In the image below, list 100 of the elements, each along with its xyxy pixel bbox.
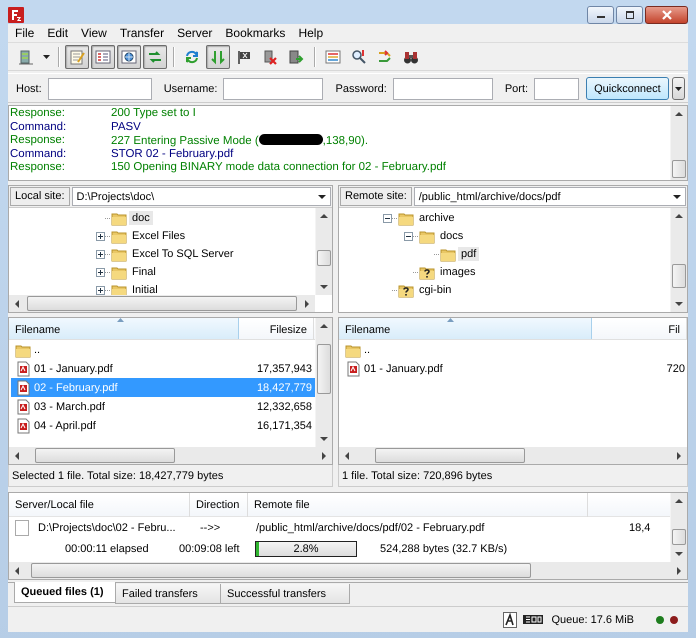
input-field[interactable]	[534, 78, 580, 100]
vertical-scrollbar[interactable]	[670, 208, 687, 312]
column-header[interactable]: Fil	[592, 318, 687, 339]
close-button[interactable]	[645, 6, 688, 24]
log-message: 227 Entering Passive Mode (	[111, 135, 259, 147]
file-size: 12,332,658	[256, 400, 313, 412]
sort-arrow-icon	[117, 318, 124, 322]
field-label: Password:	[335, 82, 387, 94]
input-field[interactable]	[223, 78, 324, 100]
down-arrows-button[interactable]	[206, 45, 230, 69]
maximize-icon	[624, 11, 634, 19]
vertical-scrollbar[interactable]	[315, 318, 332, 447]
minimize-button[interactable]	[587, 6, 614, 24]
file-size: 17,357,943	[256, 362, 313, 374]
notepad-icon	[69, 49, 85, 65]
log-message: STOR 02 - February.pdf	[111, 148, 234, 161]
menu-item[interactable]: Edit	[41, 24, 76, 42]
file-row[interactable]: 03 - March.pdf 12,332,658	[11, 397, 315, 416]
column-header[interactable]: Filename	[339, 318, 592, 339]
status-text: Selected 1 file. Total size: 18,427,779 bytes	[8, 465, 333, 487]
column-header[interactable]: Filesize	[239, 318, 314, 339]
expand-box-icon[interactable]	[96, 268, 105, 276]
time-left: 00:09:08 left	[178, 542, 241, 554]
swap-arrows-button[interactable]	[143, 45, 167, 69]
column-header[interactable]: Filename	[9, 318, 239, 339]
file-name: 04 - April.pdf	[34, 420, 96, 432]
column-header[interactable]: Direction	[190, 493, 248, 516]
file-row[interactable]: ..	[341, 340, 687, 359]
tree-item[interactable]: docs	[437, 229, 466, 243]
file-name: 02 - February.pdf	[34, 382, 118, 394]
expand-box-icon[interactable]	[96, 250, 105, 258]
collapse-box-icon[interactable]	[383, 214, 392, 222]
path-value: D:\Projects\doc\	[76, 190, 156, 202]
password-field[interactable]	[392, 78, 493, 100]
binary-mode-icon[interactable]	[503, 612, 518, 628]
queue-tab[interactable]: Queued files (1)	[14, 582, 116, 603]
queue-tab[interactable]: Failed transfers	[115, 584, 221, 604]
log-message: 200 Type set to I	[111, 107, 196, 120]
list-panel-button[interactable]	[91, 45, 115, 69]
file-name: 01 - January.pdf	[34, 362, 113, 374]
horizontal-scrollbar[interactable]	[339, 447, 687, 464]
caret-icon	[673, 194, 681, 198]
file-row[interactable]: ..	[11, 340, 315, 359]
horizontal-scrollbar[interactable]	[9, 295, 315, 312]
menu-item[interactable]: File	[9, 24, 42, 42]
file-row[interactable]: 01 - January.pdf 17,357,943	[11, 359, 315, 378]
tree-item[interactable]: doc	[129, 211, 153, 225]
tree-item[interactable]: pdf	[458, 247, 480, 261]
caret-icon	[674, 86, 682, 90]
tree-item[interactable]: archive	[416, 211, 458, 225]
caret-icon	[318, 194, 326, 198]
globe-panel-button[interactable]	[117, 45, 141, 69]
dropdown-button[interactable]	[672, 77, 685, 100]
file-row[interactable]: 04 - April.pdf 16,171,354	[11, 416, 315, 435]
path-combobox[interactable]: D:\Projects\doc\	[72, 187, 331, 206]
log-label: Command:	[10, 120, 68, 134]
collapse-box-icon[interactable]	[404, 232, 413, 240]
file-name: ..	[364, 344, 370, 356]
notepad-button[interactable]	[65, 45, 89, 69]
field-label: Host:	[16, 82, 42, 94]
tree-item[interactable]: Initial	[129, 283, 161, 295]
vertical-scrollbar[interactable]	[315, 208, 332, 295]
path-combobox[interactable]: /public_html/archive/docs/pdf	[414, 187, 686, 206]
file-name: 03 - March.pdf	[34, 400, 105, 412]
horizontal-scrollbar[interactable]	[9, 562, 687, 579]
menu-item[interactable]: Bookmarks	[219, 24, 292, 42]
tree-item[interactable]: Final	[129, 265, 159, 279]
vertical-scrollbar[interactable]	[670, 493, 687, 562]
tree-item[interactable]: Excel To SQL Server	[129, 247, 236, 261]
encryption-icon[interactable]	[523, 615, 544, 624]
expand-box-icon[interactable]	[96, 232, 105, 240]
menu-item[interactable]: Help	[292, 24, 330, 42]
menu-item[interactable]: View	[75, 24, 114, 42]
progress-percent: 2.8%	[292, 542, 320, 554]
quickconnect-button[interactable]: Quickconnect	[586, 77, 669, 100]
vertical-scrollbar[interactable]	[670, 106, 687, 180]
file-size: 720	[666, 362, 686, 374]
refresh-icon	[184, 49, 200, 65]
tree-item[interactable]: images	[437, 265, 478, 279]
queue-remote-file: /public_html/archive/docs/pdf/02 - February.pdf	[256, 522, 486, 534]
queue-size-text: Queue: 17.6 MiB	[551, 614, 634, 626]
log-label: Response:	[10, 107, 66, 120]
log-label: Response:	[10, 161, 66, 174]
maximize-button[interactable]	[616, 6, 643, 24]
branch-arrows-icon	[377, 49, 393, 65]
queue-tab[interactable]: Successful transfers	[220, 584, 350, 604]
input-field[interactable]	[48, 78, 152, 100]
menu-item[interactable]: Transfer	[114, 24, 172, 42]
menu-item[interactable]: Server	[171, 24, 220, 42]
transfer-bytes: 524,288 bytes (32.7 KB/s)	[380, 542, 508, 554]
column-header[interactable]: Remote file	[248, 493, 588, 516]
tree-item[interactable]: cgi-bin	[416, 283, 454, 297]
log-message: ,138,90).	[322, 135, 368, 147]
server-arrow-icon	[288, 49, 304, 65]
expand-box-icon[interactable]	[96, 286, 105, 294]
file-row[interactable]: 01 - January.pdf 720	[341, 359, 687, 378]
column-header[interactable]: Server/Local file	[9, 493, 190, 516]
tree-item[interactable]: Excel Files	[129, 229, 188, 243]
horizontal-scrollbar[interactable]	[9, 447, 332, 464]
log-label: Response:	[10, 134, 66, 148]
